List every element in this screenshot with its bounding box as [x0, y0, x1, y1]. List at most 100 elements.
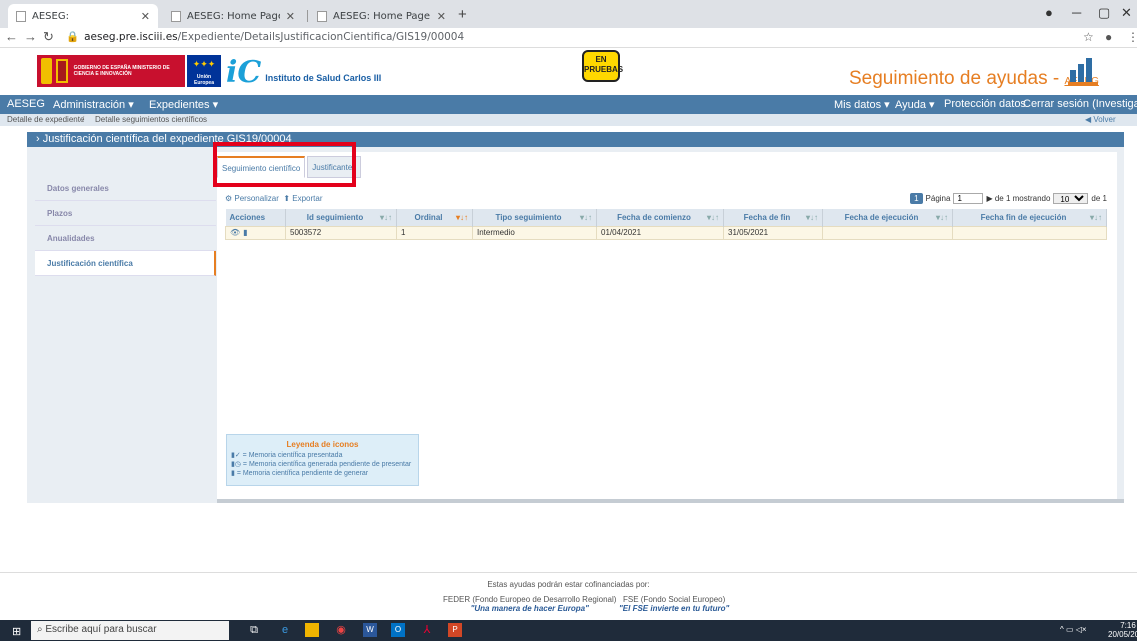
eu-stars-icon: ✦✦✦ [192, 59, 216, 69]
page-input[interactable] [953, 193, 984, 204]
powerpoint-icon[interactable]: P [448, 623, 462, 637]
maximize-button[interactable]: ▢ [1098, 5, 1110, 21]
memoria-generada-icon: ▮◷ [231, 461, 241, 468]
tab-close-icon[interactable]: ✕ [141, 10, 150, 23]
page-size-select[interactable]: 10 [1053, 193, 1089, 204]
page-favicon-icon [16, 10, 26, 22]
col-fecha-comienzo[interactable]: Fecha de comienzo ▾↓↑ [596, 209, 724, 226]
legend-item: ▮◷ = Memoria científica generada pendien… [231, 461, 412, 468]
exportar-button[interactable]: Exportar [292, 194, 322, 203]
col-fecha-fin[interactable]: Fecha de fin ▾↓↑ [723, 209, 823, 226]
edge-icon[interactable]: e [278, 623, 292, 637]
gov-logo: GOBIERNO DE ESPAÑA MINISTERIO DE CIENCIA… [37, 55, 185, 87]
nav-home[interactable]: AESEG [7, 98, 45, 110]
back-link[interactable]: ◀ Volver [1085, 115, 1116, 124]
nav-expedientes[interactable]: Expedientes ▾ [149, 98, 218, 111]
forward-arrow-icon[interactable]: → [24, 29, 37, 44]
view-eye-icon[interactable]: 👁 [230, 228, 240, 237]
nav-ayuda[interactable]: Ayuda ▾ [895, 98, 935, 111]
app-brand: Seguimiento de ayudas - AESEG [849, 68, 1099, 90]
pagina-label: Página [925, 194, 951, 203]
browser-tab-1[interactable]: AESEG: ✕ [8, 4, 158, 28]
flag-icon [41, 58, 53, 84]
actions-cell: 👁 ▮ [225, 225, 286, 240]
tab-title: AESEG: [32, 10, 69, 22]
table-row[interactable]: 👁 ▮ 5003572 1 Intermedio 01/04/2021 31/05… [225, 225, 1107, 240]
isciii-logo: iC Instituto de Salud Carlos III [226, 53, 381, 88]
sidemenu-item-justificacion[interactable]: Justificación científica [35, 251, 216, 276]
minimize-button[interactable]: ─ [1072, 5, 1081, 20]
feder-motto: "Una manera de hacer Europa" [470, 604, 589, 613]
en-pruebas-badge: EN PRUEBAS [582, 50, 623, 82]
sort-icon: ▾↓↑ [455, 212, 468, 222]
legend-item: ▮✓ = Memoria científica presentada [231, 452, 343, 459]
eu-logo: ✦✦✦ Unión Europea [187, 55, 221, 87]
tab-close-icon[interactable]: ✕ [437, 10, 446, 23]
bookmark-star-icon[interactable]: ☆ [1083, 30, 1094, 44]
sidemenu-item-anualidades[interactable]: Anualidades [35, 226, 216, 251]
url-field[interactable]: 🔒 aeseg.pre.isciii.es/Expediente/DetailsJ… [66, 30, 464, 43]
address-bar-row: ← → ↻ 🔒 aeseg.pre.isciii.es/Expediente/De… [0, 28, 1137, 48]
brand-text: Seguimiento de ayudas - [849, 68, 1065, 89]
export-icon: ⬆ [283, 194, 291, 203]
sort-icon: ▾↓↑ [379, 212, 392, 222]
system-tray-icons[interactable]: ^ ▭ ◁× [1060, 625, 1087, 634]
profile-icon[interactable]: ● [1045, 5, 1053, 20]
outlook-icon[interactable]: O [391, 623, 405, 637]
nav-cerrar-sesion[interactable]: Cerrar sesión (Investigador) [1023, 98, 1137, 110]
reload-icon[interactable]: ↻ [43, 29, 54, 45]
cell-fecha-fin-ejecucion [952, 225, 1107, 240]
legend-item: ▮ = Memoria científica pendiente de gene… [231, 470, 369, 477]
nav-proteccion-datos[interactable]: Protección datos [944, 98, 1026, 110]
col-fecha-ejecucion[interactable]: Fecha de ejecución ▾↓↑ [822, 209, 953, 226]
page-badge[interactable]: 1 [910, 193, 923, 204]
lock-icon: 🔒 [66, 31, 80, 43]
sort-icon: ▾↓↑ [1089, 212, 1102, 222]
new-tab-button[interactable]: + [458, 6, 467, 23]
nav-mis-datos[interactable]: Mis datos ▾ [834, 98, 890, 111]
sidemenu-item-datos-generales[interactable]: Datos generales [35, 176, 216, 201]
cell-ordinal: 1 [396, 225, 473, 240]
browser-tab-2[interactable]: AESEG: Home Page ✕ [163, 4, 303, 28]
isciii-name: Instituto de Salud Carlos III [265, 73, 382, 83]
task-view-icon[interactable]: ⧉ [247, 623, 261, 637]
sort-icon: ▾↓↑ [935, 212, 948, 222]
cell-fecha-ejecucion [822, 225, 953, 240]
file-explorer-icon[interactable] [305, 623, 319, 637]
personalizar-button[interactable]: ⚙ Personalizar [225, 194, 279, 203]
seguimientos-table: Acciones Id seguimiento ▾↓↑ Ordinal ▾↓↑ Ti… [225, 209, 1107, 240]
page-count-label: de 1 [1091, 194, 1107, 203]
sort-icon: ▾↓↑ [805, 212, 818, 222]
close-window-button[interactable]: ✕ [1121, 5, 1132, 21]
tab-close-icon[interactable]: ✕ [286, 10, 295, 23]
cell-id: 5003572 [285, 225, 397, 240]
url-host: aeseg.pre.isciii.es [84, 31, 178, 43]
footer-fse: FSE (Fondo Social Europeo) "El FSE invie… [619, 595, 729, 613]
col-tipo-seguimiento[interactable]: Tipo seguimiento ▾↓↑ [472, 209, 597, 226]
cell-fecha-comienzo: 01/04/2021 [596, 225, 724, 240]
back-arrow-icon[interactable]: ← [5, 29, 18, 44]
footer-feder: FEDER (Fondo Europeo de Desarrollo Regio… [443, 595, 616, 613]
taskbar-search[interactable]: ⌕ Escribe aquí para buscar [31, 621, 229, 640]
bar-chart-logo-icon [1068, 56, 1100, 86]
col-id-seguimiento[interactable]: Id seguimiento ▾↓↑ [285, 209, 397, 226]
account-icon[interactable]: ● [1105, 30, 1112, 44]
document-icon[interactable]: ▮ [243, 228, 247, 237]
browser-tab-3[interactable]: AESEG: Home Page ✕ [309, 4, 454, 28]
tab-title: AESEG: Home Page [187, 10, 280, 22]
windows-start-icon[interactable]: ⊞ [12, 625, 21, 638]
acrobat-icon[interactable]: ⅄ [420, 623, 434, 637]
clock[interactable]: 7:16 20/05/2021 [1108, 621, 1137, 639]
chrome-icon[interactable]: ◉ [334, 623, 348, 637]
sidemenu-item-plazos[interactable]: Plazos [35, 201, 216, 226]
side-menu: Datos generales Plazos Anualidades Justi… [35, 176, 216, 276]
menu-dots-icon[interactable]: ⋮ [1127, 30, 1137, 44]
col-ordinal[interactable]: Ordinal ▾↓↑ [396, 209, 473, 226]
word-icon[interactable]: W [363, 623, 377, 637]
breadcrumb-item[interactable]: Detalle de expediente [7, 115, 84, 124]
icon-legend: Leyenda de iconos ▮✓ = Memoria científic… [226, 434, 419, 486]
memoria-pendiente-icon: ▮ [231, 470, 235, 477]
nav-administracion[interactable]: Administración ▾ [53, 98, 134, 111]
col-fecha-fin-ejecucion[interactable]: Fecha fin de ejecución ▾↓↑ [952, 209, 1107, 226]
highlight-annotation-box [213, 142, 356, 187]
